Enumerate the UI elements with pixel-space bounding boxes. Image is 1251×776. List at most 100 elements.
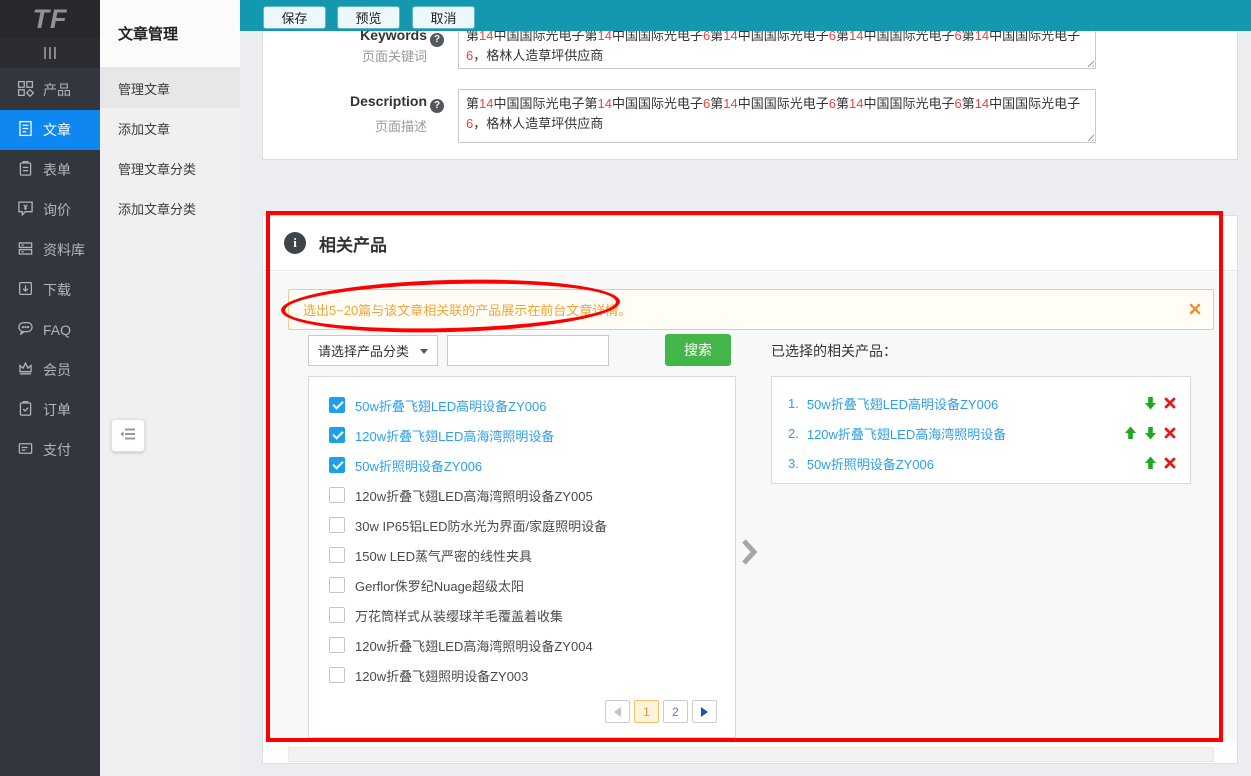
product-checkbox[interactable] bbox=[329, 607, 345, 623]
sidebar-item-downloads[interactable]: 下载 bbox=[0, 270, 100, 310]
product-row[interactable]: 50w折叠飞翅LED高明设备ZY006 bbox=[309, 390, 735, 420]
product-row[interactable]: 万花筒样式从装缨球羊毛覆盖着收集 bbox=[309, 600, 735, 630]
action-toolbar: 保存 预览 取消 bbox=[240, 0, 1251, 31]
product-label: 120w折叠飞翅LED高海湾照明设备 bbox=[355, 426, 554, 445]
description-sublabel: 页面描述 bbox=[263, 116, 427, 135]
product-row[interactable]: 120w折叠飞翅LED高海湾照明设备ZY005 bbox=[309, 480, 735, 510]
payment-icon bbox=[17, 440, 34, 460]
order-icon bbox=[17, 400, 34, 420]
move-up-icon[interactable] bbox=[1144, 456, 1157, 470]
search-input[interactable] bbox=[447, 335, 609, 366]
sidebar-item-faq[interactable]: FAQ bbox=[0, 310, 100, 350]
page-2-button[interactable]: 2 bbox=[663, 700, 688, 723]
product-row[interactable]: Gerflor侏罗纪Nuage超级太阳 bbox=[309, 570, 735, 600]
selected-product-label[interactable]: 50w折叠飞翅LED高明设备ZY006 bbox=[807, 394, 1144, 413]
product-label: 50w折叠飞翅LED高明设备ZY006 bbox=[355, 396, 546, 415]
sidebar-item-forms[interactable]: 表单 bbox=[0, 150, 100, 190]
preview-button[interactable]: 预览 bbox=[337, 6, 400, 29]
resize-handle-icon[interactable] bbox=[1085, 58, 1094, 67]
alert-close-icon[interactable] bbox=[1189, 303, 1201, 315]
article-submenu: 文章管理 管理文章 添加文章 管理文章分类 添加文章分类 bbox=[100, 0, 240, 776]
submenu-collapse-button[interactable] bbox=[111, 419, 145, 452]
selected-product-row: 1. 50w折叠飞翅LED高明设备ZY006 bbox=[772, 388, 1190, 418]
product-label: Gerflor侏罗纪Nuage超级太阳 bbox=[355, 576, 524, 595]
product-checkbox[interactable] bbox=[329, 457, 345, 473]
submenu-item-add-category[interactable]: 添加文章分类 bbox=[100, 188, 240, 228]
product-checkbox[interactable] bbox=[329, 397, 345, 413]
keywords-sublabel: 页面关键词 bbox=[263, 46, 427, 65]
product-checkbox[interactable] bbox=[329, 547, 345, 563]
card-footer bbox=[288, 747, 1214, 762]
next-page-icon bbox=[701, 707, 708, 717]
move-down-icon[interactable] bbox=[1144, 426, 1157, 440]
product-row[interactable]: 50w折照明设备ZY006 bbox=[309, 450, 735, 480]
product-row[interactable]: 30w IP65铝LED防水光为界面/家庭照明设备 bbox=[309, 510, 735, 540]
selected-product-label[interactable]: 120w折叠飞翅LED高海湾照明设备 bbox=[807, 424, 1124, 443]
product-checkbox[interactable] bbox=[329, 667, 345, 683]
prev-page-icon bbox=[614, 707, 621, 717]
main-sidebar: TF 产品 文章 表单 询价 资料库 下载 FAQ bbox=[0, 0, 100, 776]
move-down-icon[interactable] bbox=[1144, 396, 1157, 410]
product-label: 50w折照明设备ZY006 bbox=[355, 456, 482, 475]
submenu-item-manage-articles[interactable]: 管理文章 bbox=[100, 68, 240, 108]
selection-hint-alert: 选出5~20篇与该文章相关联的产品展示在前台文章详情。 bbox=[288, 289, 1214, 330]
sidebar-item-label: 表单 bbox=[43, 160, 71, 180]
category-select[interactable]: 请选择产品分类 bbox=[308, 335, 438, 366]
help-icon: ? bbox=[430, 99, 444, 113]
submenu-title: 文章管理 bbox=[100, 0, 240, 68]
sidebar-item-library[interactable]: 资料库 bbox=[0, 230, 100, 270]
sidebar-item-products[interactable]: 产品 bbox=[0, 70, 100, 110]
submenu-item-add-article[interactable]: 添加文章 bbox=[100, 108, 240, 148]
description-textarea[interactable]: 第14中国国际光电子第14中国国际光电子6第14中国国际光电子6第14中国国际光… bbox=[458, 89, 1096, 143]
remove-icon[interactable] bbox=[1164, 397, 1176, 409]
save-button[interactable]: 保存 bbox=[263, 6, 326, 29]
product-label: 万花筒样式从装缨球羊毛覆盖着收集 bbox=[355, 606, 563, 625]
submenu-item-manage-categories[interactable]: 管理文章分类 bbox=[100, 148, 240, 188]
pagination: 1 2 bbox=[605, 700, 717, 723]
section-title: 相关产品 bbox=[319, 231, 387, 256]
sidebar-item-orders[interactable]: 订单 bbox=[0, 390, 100, 430]
library-icon bbox=[17, 240, 34, 260]
info-icon: i bbox=[284, 232, 306, 254]
sidebar-item-label: 文章 bbox=[43, 120, 71, 140]
product-checkbox[interactable] bbox=[329, 427, 345, 443]
product-label: 150w LED蒸气严密的线性夹具 bbox=[355, 546, 532, 565]
collapse-columns-icon bbox=[44, 47, 56, 59]
resize-handle-icon[interactable] bbox=[1085, 132, 1094, 141]
download-icon bbox=[17, 280, 34, 300]
selected-product-label[interactable]: 50w折照明设备ZY006 bbox=[807, 454, 1144, 473]
product-row[interactable]: 150w LED蒸气严密的线性夹具 bbox=[309, 540, 735, 570]
cancel-button[interactable]: 取消 bbox=[412, 6, 475, 29]
chevron-right-icon bbox=[741, 537, 758, 567]
selected-products-panel: 1.50w折叠飞翅LED高明设备ZY0062.120w折叠飞翅LED高海湾照明设… bbox=[771, 376, 1191, 484]
product-row[interactable]: 120w折叠飞翅LED高海湾照明设备 bbox=[309, 420, 735, 450]
search-button[interactable]: 搜索 bbox=[665, 334, 731, 366]
sidebar-item-payments[interactable]: 支付 bbox=[0, 430, 100, 470]
move-up-icon[interactable] bbox=[1124, 426, 1137, 440]
sidebar-collapse-toggle[interactable] bbox=[0, 38, 100, 68]
page-1-button[interactable]: 1 bbox=[634, 700, 659, 723]
product-label: 120w折叠飞翅LED高海湾照明设备ZY004 bbox=[355, 636, 593, 655]
help-icon: ? bbox=[430, 33, 444, 47]
product-row[interactable]: 120w折叠飞翅LED高海湾照明设备ZY004 bbox=[309, 630, 735, 660]
category-select-value: 请选择产品分类 bbox=[318, 341, 409, 360]
product-checkbox[interactable] bbox=[329, 517, 345, 533]
remove-icon[interactable] bbox=[1164, 457, 1176, 469]
remove-icon[interactable] bbox=[1164, 427, 1176, 439]
selected-product-number: 3. bbox=[788, 456, 799, 471]
product-row[interactable]: 120w折叠飞翅照明设备ZY003 bbox=[309, 660, 735, 690]
product-checkbox[interactable] bbox=[329, 577, 345, 593]
next-page-button[interactable] bbox=[692, 700, 717, 723]
faq-icon bbox=[17, 320, 34, 340]
sidebar-item-inquiry[interactable]: 询价 bbox=[0, 190, 100, 230]
product-label: 120w折叠飞翅LED高海湾照明设备ZY005 bbox=[355, 486, 593, 505]
grid-icon bbox=[17, 80, 34, 100]
sidebar-item-label: 下载 bbox=[43, 280, 71, 300]
sidebar-item-articles[interactable]: 文章 bbox=[0, 110, 100, 150]
prev-page-button[interactable] bbox=[605, 700, 630, 723]
product-checkbox[interactable] bbox=[329, 487, 345, 503]
selected-product-number: 1. bbox=[788, 396, 799, 411]
sidebar-item-members[interactable]: 会员 bbox=[0, 350, 100, 390]
product-checkbox[interactable] bbox=[329, 637, 345, 653]
sidebar-nav: 产品 文章 表单 询价 资料库 下载 FAQ 会员 bbox=[0, 70, 100, 470]
